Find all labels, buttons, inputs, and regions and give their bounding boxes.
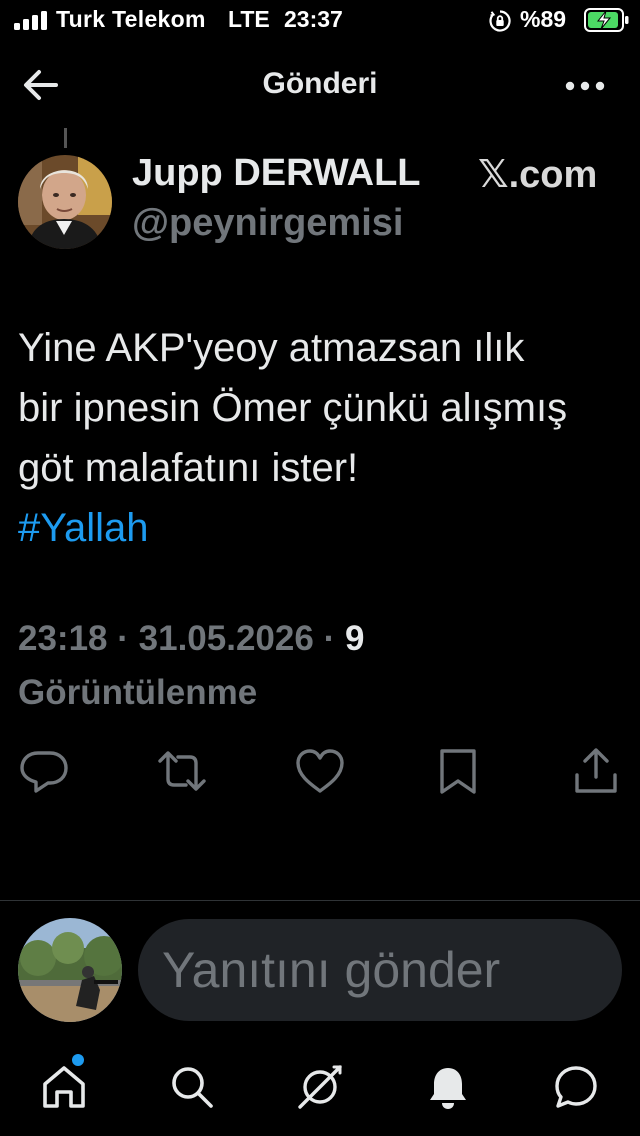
meta-separator: · [117, 619, 139, 658]
top-bar: Gönderi [0, 56, 640, 116]
home-icon[interactable] [39, 1062, 89, 1112]
messages-icon[interactable] [551, 1062, 601, 1112]
divider [0, 900, 640, 901]
user-avatar[interactable] [18, 918, 122, 1022]
orientation-lock-icon [489, 10, 511, 32]
search-icon[interactable] [167, 1062, 217, 1112]
bottom-nav [0, 1058, 640, 1118]
x-watermark: 𝕏.com [478, 154, 598, 196]
signal-icon [14, 11, 47, 30]
tweet-actions [0, 745, 640, 801]
comment-icon[interactable] [18, 745, 70, 797]
grok-icon[interactable] [295, 1062, 345, 1112]
tweet-text: Yine AKP'yeoy atmazsan ılık bir ipnesin … [18, 326, 568, 490]
carrier-label: Turk Telekom [56, 6, 206, 32]
heart-icon[interactable] [294, 745, 346, 797]
meta-separator: · [323, 619, 345, 658]
author-handle[interactable]: @peynirgemisi [132, 202, 403, 245]
retweet-icon[interactable] [156, 745, 208, 797]
notifications-icon[interactable] [423, 1062, 473, 1112]
avatar-image [18, 155, 112, 249]
reply-input[interactable]: Yanıtını gönder [138, 919, 622, 1021]
bookmark-icon[interactable] [432, 745, 484, 797]
status-time: 23:37 [284, 6, 343, 32]
status-bar: Turk Telekom LTE 23:37 %89 [0, 0, 640, 40]
views-label: Görüntülenme [18, 673, 258, 712]
more-horizontal-icon[interactable] [560, 66, 610, 106]
hashtag-link[interactable]: #Yallah [18, 498, 148, 558]
thread-line [64, 128, 67, 148]
home-notification-dot [72, 1054, 84, 1066]
views-count: 9 [344, 619, 365, 658]
page-title: Gönderi [262, 67, 378, 100]
tweet-time: 23:18 [18, 619, 108, 658]
battery-charging-icon [584, 8, 629, 32]
network-type: LTE [228, 6, 270, 32]
battery-percentage: %89 [520, 6, 567, 32]
share-icon[interactable] [570, 745, 622, 797]
author-name[interactable]: Jupp DERWALL [132, 152, 421, 195]
author-avatar[interactable] [18, 155, 112, 249]
tweet-date: 31.05.2026 [138, 619, 314, 658]
user-avatar-image [18, 918, 122, 1022]
tweet-meta: 23:18 · 31.05.2026 · 9 Görüntülenme [18, 612, 618, 720]
